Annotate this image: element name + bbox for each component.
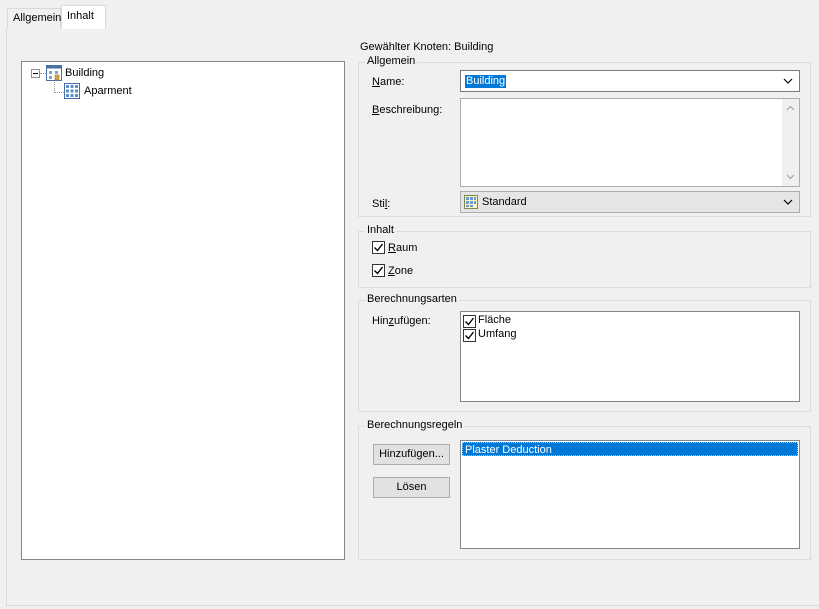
scroll-up-icon[interactable] xyxy=(782,101,799,115)
stil-label: Stil: xyxy=(372,198,391,210)
checkmark-icon xyxy=(465,317,475,326)
flaeche-checkbox[interactable] xyxy=(463,315,476,328)
building-icon xyxy=(46,65,62,81)
tab-inhalt-label: Inhalt xyxy=(67,10,94,22)
berechnungsarten-list[interactable]: Fläche Umfang xyxy=(460,311,800,402)
stil-value: Standard xyxy=(482,196,527,208)
checkmark-icon xyxy=(374,243,384,252)
name-label-text: ame: xyxy=(379,76,405,88)
list-item-umfang[interactable]: Umfang xyxy=(478,328,517,340)
group-allgemein-title: Allgemein xyxy=(365,55,418,67)
tree-connector xyxy=(54,92,64,93)
beschreibung-label: Beschreibung: xyxy=(372,104,443,116)
zone-label[interactable]: Zone xyxy=(388,265,413,277)
group-inhalt-title: Inhalt xyxy=(365,224,396,236)
hinzufuegen-label: Hinzufügen: xyxy=(372,315,431,327)
umfang-checkbox[interactable] xyxy=(463,329,476,342)
chevron-down-icon[interactable] xyxy=(782,75,794,87)
raum-checkbox[interactable] xyxy=(372,241,385,254)
tab-inhalt[interactable]: Inhalt xyxy=(61,5,106,29)
scroll-down-icon[interactable] xyxy=(782,170,799,184)
zone-checkbox[interactable] xyxy=(372,264,385,277)
selected-node-heading: Gewählter Knoten: Building xyxy=(360,41,494,53)
tab-allgemein-label: Allgemein xyxy=(13,12,62,24)
list-item-flaeche[interactable]: Fläche xyxy=(478,314,511,326)
raum-label[interactable]: Raum xyxy=(388,242,417,254)
collapse-toggle-icon[interactable] xyxy=(31,69,40,78)
space-icon xyxy=(64,83,80,99)
name-combobox[interactable]: Building xyxy=(460,70,800,92)
group-inhalt: Inhalt xyxy=(358,224,811,288)
chevron-down-icon[interactable] xyxy=(782,196,794,208)
tree-view[interactable]: Building Aparment xyxy=(21,61,345,560)
add-rule-button-label: Hinzufügen... xyxy=(379,448,444,460)
list-item-plaster-deduction[interactable]: Plaster Deduction xyxy=(462,442,798,456)
name-value: Building xyxy=(465,75,507,88)
beschreibung-textarea[interactable] xyxy=(460,98,800,187)
remove-rule-button[interactable]: Lösen xyxy=(373,477,450,498)
tree-node-aparment[interactable]: Aparment xyxy=(84,85,132,97)
beschreibung-scrollbar[interactable] xyxy=(782,99,799,186)
style-grid-icon xyxy=(464,195,478,209)
tree-node-building[interactable]: Building xyxy=(65,67,104,79)
berechnungsregeln-list[interactable]: Plaster Deduction xyxy=(460,440,800,549)
checkmark-icon xyxy=(465,331,475,340)
group-berechnungsarten-title: Berechnungsarten xyxy=(365,293,459,305)
checkmark-icon xyxy=(374,266,384,275)
add-rule-button[interactable]: Hinzufügen... xyxy=(373,444,450,465)
stil-combobox[interactable]: Standard xyxy=(460,191,800,213)
group-berechnungsregeln-title: Berechnungsregeln xyxy=(365,419,465,431)
remove-rule-button-label: Lösen xyxy=(396,481,427,493)
name-label: Name: xyxy=(372,76,405,88)
tab-allgemein[interactable]: Allgemein xyxy=(7,8,61,28)
